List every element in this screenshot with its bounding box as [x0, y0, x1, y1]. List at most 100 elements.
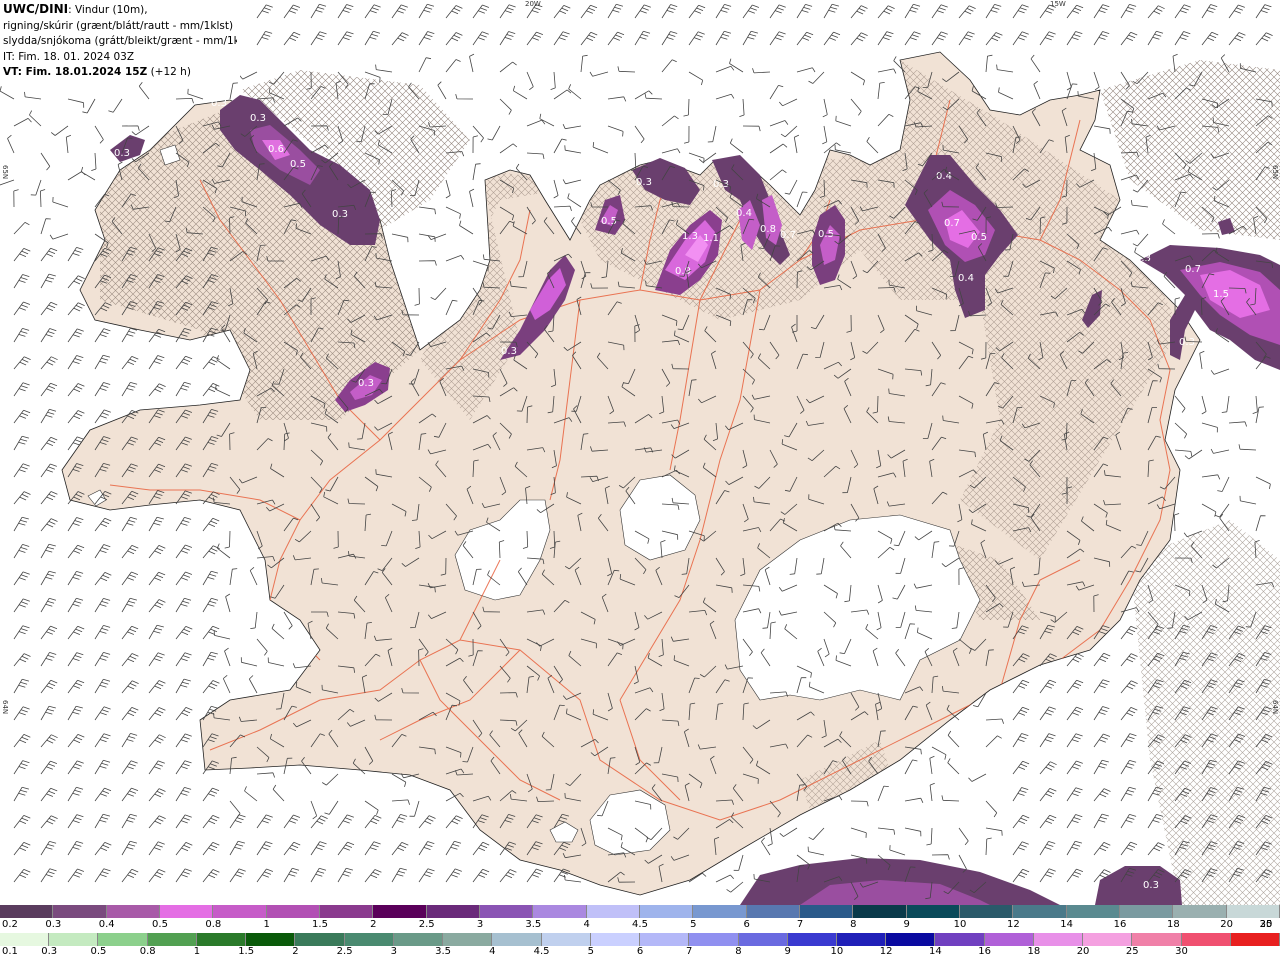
colorbar-swatch: [373, 905, 427, 918]
colorbar-tick-label: 12: [1006, 919, 1020, 930]
precip-label: 0.3: [114, 148, 130, 159]
colorbar-tick-label: 4: [583, 919, 590, 930]
colorbar-tick-label: 7: [686, 946, 693, 957]
colorbar-tick-label: 14: [929, 946, 942, 957]
precip-label: 0.5: [971, 232, 987, 243]
colorbar-swatch: [984, 933, 1034, 946]
precip-label: 0.3: [332, 209, 348, 220]
colorbar-swatch: [266, 905, 320, 918]
colorbar-swatch: [196, 933, 247, 946]
precip-label: 0.7: [1185, 264, 1201, 275]
colorbar-tick-label: 2.5: [418, 919, 435, 930]
colorbar-tick-label: 9: [784, 946, 791, 957]
colorbar-tick-label: 6: [743, 919, 750, 930]
colorbar-swatch: [639, 905, 694, 918]
colorbar-tick-label: 16: [978, 946, 991, 957]
weather-map: 0.3 0.3 0.6 0.5 0.3 0.3 0.5 0.3 0.9 1.3 …: [0, 0, 1280, 905]
colorbar-rain-ticks: 0.1 0.3 0.5 0.8 1 1.5 2 2.5 3 3.5 4 4.5 5 6 7 8 9 10 12 14 1…: [0, 946, 1280, 958]
colorbar-snow: [0, 905, 1280, 918]
colorbar-swatch: [935, 933, 985, 946]
precip-label: 0.8: [760, 224, 776, 235]
colorbar-rain: [0, 933, 1280, 946]
colorbar-swatch: [319, 905, 374, 918]
colorbar-tick-label: 0.8: [139, 946, 156, 957]
colorbar-tick-label: 12: [879, 946, 893, 957]
lon-label-20w: 20W: [525, 0, 541, 8]
colorbar-swatch: [246, 933, 296, 946]
info-line-model: UWC/DINI: Vindur (10m),: [3, 2, 237, 19]
precip-label: 0.3: [1179, 337, 1195, 348]
colorbar-tick-label: 0.4: [98, 919, 115, 930]
model-desc: : Vindur (10m),: [68, 4, 148, 16]
precip-label: 0.3: [358, 378, 374, 389]
colorbar-tick-label: 5: [690, 919, 697, 930]
colorbar-swatch: [1132, 933, 1182, 946]
colorbar-swatch: [836, 933, 887, 946]
precip-label: 0.4: [736, 208, 752, 219]
info-line-init-time: IT: Fim. 18. 01. 2024 03Z: [3, 50, 135, 63]
colorbar-tick-label: 1.5: [312, 919, 328, 930]
colorbar-tick-label: 0.3: [41, 946, 58, 957]
colorbar-tick-label: 4: [489, 946, 496, 957]
colorbar-tick-label: 8: [850, 919, 857, 930]
colorbar-swatch: [640, 933, 690, 946]
valid-time: VT: Fim. 18.01.2024 15Z: [3, 66, 148, 78]
precip-label: 0.3: [1135, 253, 1151, 264]
colorbar-swatch: [853, 905, 907, 918]
colorbar-swatch: [1013, 905, 1067, 918]
lon-label-15w: 15W: [1050, 0, 1066, 8]
colorbar-tick-label: 4.5: [632, 919, 648, 930]
precip-label: 0.7: [944, 218, 960, 229]
colorbar-swatch: [393, 933, 444, 946]
colorbar-swatch: [1181, 933, 1231, 946]
colorbar-tick-label: 3: [390, 946, 398, 957]
precip-label: 0.4: [936, 171, 952, 182]
colorbar-swatch: [693, 905, 747, 918]
precip-label: 0.3: [501, 346, 517, 357]
colorbar-tick-label: 0.5: [152, 919, 168, 930]
colorbar-tick-label: 1.5: [238, 946, 255, 957]
info-line-rain: rigning/skúrir (grænt/blátt/rautt - mm/1…: [3, 19, 237, 32]
colorbar-tick-label: 10: [830, 946, 844, 957]
colorbar-tick-label: 4.5: [533, 946, 550, 957]
colorbar-swatch: [98, 933, 148, 946]
precip-label: 0.4: [958, 273, 974, 284]
colorbar-swatch: [49, 933, 99, 946]
lat-label-left-65n: 65N: [1, 165, 9, 180]
colorbar-tick-label: 2.5: [336, 946, 353, 957]
precip-label: 0.3: [211, 98, 227, 109]
precip-label: 1.5: [1213, 289, 1229, 300]
colorbar-swatch: [1033, 933, 1084, 946]
colorbar-swatch: [0, 905, 54, 918]
colorbar-tick-label: 3: [476, 919, 484, 930]
colorbar-swatch: [479, 905, 534, 918]
colorbar-swatch: [213, 905, 267, 918]
precip-label: 0.3: [636, 177, 652, 188]
colorbar-tick-label: 7: [796, 919, 804, 930]
colorbar-snow-ticks: 0.2 0.3 0.4 0.5 0.8 1 1.5 2 2.5 3 3.5 4 4.5 5 6 7 8 9 10 12…: [0, 919, 1280, 931]
precip-label: 0.3: [250, 113, 266, 124]
colorbar-swatch: [147, 933, 197, 946]
precip-label: 0.7: [780, 230, 796, 241]
colorbar-tick-label: 1: [263, 919, 270, 930]
colorbar-tick-label: 6: [636, 946, 644, 957]
colorbar-tick-label: 20: [1220, 919, 1234, 930]
colorbar-swatch: [426, 905, 480, 918]
map-info-box: UWC/DINI: Vindur (10m), rigning/skúrir (…: [0, 0, 240, 78]
colorbar-swatch: [0, 933, 50, 946]
colorbar-swatch: [344, 933, 394, 946]
colorbar-swatch: [1230, 933, 1280, 946]
precip-label: 1.1: [703, 233, 719, 244]
colorbar-swatch: [738, 933, 788, 946]
forecast-hour: (+12 h): [147, 66, 191, 78]
lat-label-right-65n: 65N: [1271, 165, 1279, 180]
colorbar-swatch: [586, 905, 640, 918]
colorbar-tick-label: 2: [292, 946, 299, 957]
colorbar-tick-label: 3.5: [435, 946, 452, 957]
colorbar-swatch: [886, 933, 936, 946]
colorbar-tick-label: 0.2: [2, 919, 18, 930]
colorbar-swatch: [443, 933, 493, 946]
colorbar-tick-label: 1: [193, 946, 201, 957]
colorbar-tick-label: 0.1: [2, 946, 18, 957]
colorbar-swatch: [295, 933, 345, 946]
